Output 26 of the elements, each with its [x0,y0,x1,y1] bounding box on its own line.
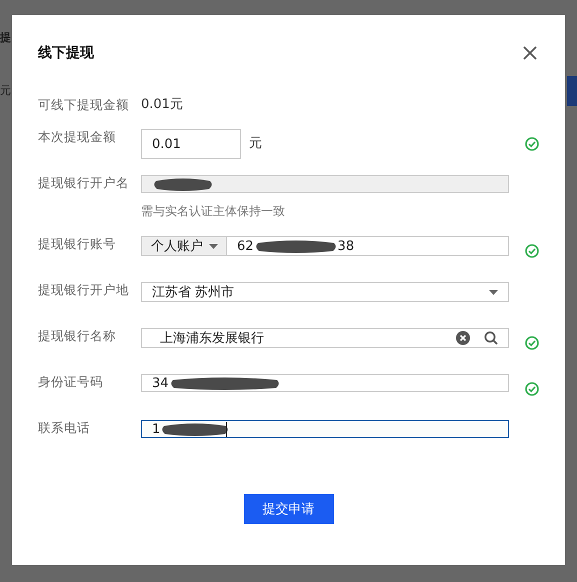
field-label: 联系电话 [38,419,91,437]
field-label: 提现银行名称 [38,327,117,345]
hint-text: 需与实名认证主体保持一致 [141,203,286,220]
account-type-dropdown[interactable]: 个人账户 [142,237,227,255]
page-title: 提 [0,30,11,45]
submit-button[interactable]: 提交申请 [244,494,334,524]
field-value: 1 [152,422,160,436]
field-label: 提现银行账号 [38,235,117,253]
field-value: 62 [237,238,254,254]
field-label: 本次提现金额 [38,128,117,146]
field-value: 38 [338,238,354,254]
field-label: 提现银行开户地 [38,281,130,299]
input-field[interactable]: 1 [141,420,509,438]
balance-unit: 元 [0,83,11,98]
dialog-title: 线下提现 [38,44,94,62]
field-value: 34 [152,376,169,390]
region-select[interactable]: 江苏省 苏州市 [141,282,509,302]
unit-label: 元 [249,136,262,152]
amount-value: 0.01元 [141,97,184,113]
account-number-field[interactable]: 个人账户 62 38 [141,236,509,256]
field-label: 可线下提现金额 [38,97,130,113]
field-label: 提现银行开户名 [38,174,130,192]
bank-search-field[interactable]: 上海浦东发展银行 [141,328,509,348]
input-field[interactable]: 34 [141,374,509,392]
field-label: 身份证号码 [38,373,104,391]
amount-input[interactable]: 0.01 [141,129,241,159]
